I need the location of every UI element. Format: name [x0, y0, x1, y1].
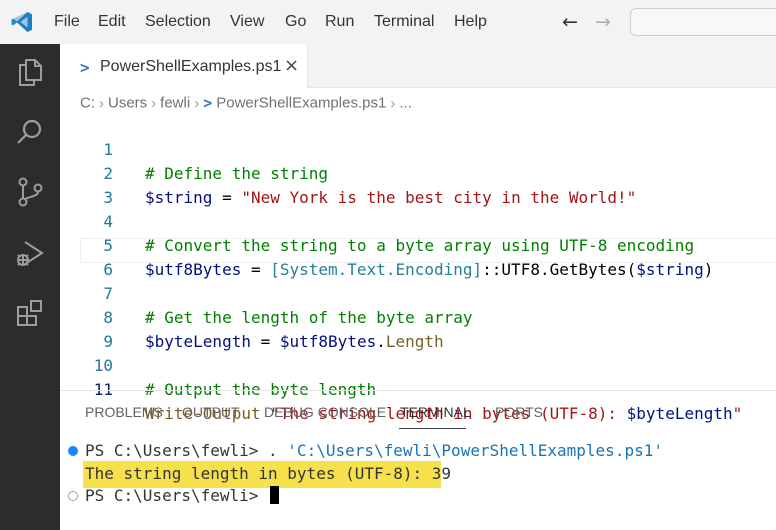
- terminal-output: The string length in bytes (UTF-8): 39: [85, 464, 452, 483]
- tab-output[interactable]: OUTPUT: [182, 404, 240, 420]
- code-line: 8 $byteLength = $utf8Bytes.Length: [60, 282, 776, 351]
- forward-arrow-icon[interactable]: →: [595, 11, 611, 33]
- terminal[interactable]: PS C:\Users\fewli> . 'C:\Users\fewli\Pow…: [60, 440, 776, 530]
- terminal-prompt: PS C:\Users\fewli>: [85, 486, 269, 505]
- breadcrumb-item-users[interactable]: Users: [108, 95, 147, 112]
- menu-edit[interactable]: Edit: [98, 13, 126, 31]
- powershell-file-icon: >: [80, 58, 90, 77]
- close-icon[interactable]: ×: [284, 55, 299, 76]
- breadcrumb-item-user[interactable]: fewli: [160, 95, 190, 112]
- terminal-command: .: [268, 441, 288, 460]
- chevron-right-icon: ›: [151, 94, 157, 112]
- code-line: 10 # Output the byte length: [60, 330, 776, 399]
- menu-help[interactable]: Help: [454, 13, 487, 31]
- code-line-current: 11 Write-Output "The string length in by…: [60, 354, 776, 423]
- editor-tab-bar: > PowerShellExamples.ps1 ×: [60, 44, 776, 88]
- menu-file[interactable]: File: [54, 13, 80, 31]
- breadcrumb-item-drive[interactable]: C:: [80, 95, 95, 112]
- terminal-line: PS C:\Users\fewli>: [85, 485, 280, 507]
- tab-debug-console[interactable]: DEBUG CONSOLE: [264, 404, 386, 420]
- terminal-cursor: [270, 486, 280, 504]
- extensions-icon[interactable]: [14, 298, 46, 330]
- code-line: 1 # Define the string: [60, 114, 776, 183]
- menu-view[interactable]: View: [230, 13, 264, 31]
- breadcrumb: C: › Users › fewli › > PowerShellExamples.ps1 ›.…: [80, 94, 412, 112]
- menu-selection[interactable]: Selection: [145, 13, 211, 31]
- code-line: 3: [60, 162, 776, 207]
- terminal-path: 'C:\Users\fewli\PowerShellExamples.ps1': [287, 441, 663, 460]
- vscode-logo-icon[interactable]: [10, 10, 34, 34]
- menu-go[interactable]: Go: [285, 13, 306, 31]
- command-success-dot-icon[interactable]: [68, 446, 78, 456]
- breadcrumb-item-symbols[interactable]: ...: [399, 95, 412, 112]
- terminal-prompt: PS C:\Users\fewli>: [85, 441, 269, 460]
- command-center-search[interactable]: [630, 8, 776, 36]
- chevron-right-icon: ›: [390, 94, 396, 112]
- code-line: 5 $utf8Bytes = [System.Text.Encoding]::U…: [60, 210, 776, 279]
- active-tab-indicator: [399, 428, 466, 429]
- menu-terminal[interactable]: Terminal: [374, 13, 434, 31]
- tab-label: PowerShellExamples.ps1: [100, 58, 282, 75]
- powershell-file-icon: >: [203, 94, 213, 113]
- back-arrow-icon[interactable]: ←: [562, 11, 578, 33]
- activity-bar: [0, 44, 60, 530]
- code-line: 4 # Convert the string to a byte array u…: [60, 186, 776, 255]
- tab-problems[interactable]: PROBLEMS: [85, 404, 163, 420]
- panel-divider: [60, 390, 776, 391]
- breadcrumb-item-file[interactable]: PowerShellExamples.ps1: [216, 95, 386, 112]
- tab-ports[interactable]: PORTS: [495, 404, 543, 420]
- current-line-highlight: [80, 238, 776, 263]
- menu-run[interactable]: Run: [325, 13, 354, 31]
- terminal-line: PS C:\Users\fewli> . 'C:\Users\fewli\Pow…: [85, 440, 663, 462]
- chevron-right-icon: ›: [194, 94, 200, 112]
- source-control-icon[interactable]: [14, 176, 46, 208]
- run-debug-icon[interactable]: [14, 238, 46, 270]
- code-line: 2 $string = "New York is the best city i…: [60, 138, 776, 207]
- search-icon[interactable]: [14, 116, 46, 148]
- files-icon[interactable]: [14, 56, 46, 88]
- chevron-right-icon: ›: [99, 94, 104, 112]
- panel-tab-bar: PROBLEMS OUTPUT DEBUG CONSOLE TERMINAL P…: [60, 404, 776, 430]
- code-line: 9: [60, 306, 776, 351]
- tab-powershell-examples[interactable]: > PowerShellExamples.ps1 ×: [60, 44, 308, 88]
- tab-terminal[interactable]: TERMINAL: [400, 404, 471, 420]
- title-bar: File Edit Selection View Go Run Terminal…: [0, 0, 776, 44]
- command-pending-dot-icon[interactable]: [68, 491, 78, 501]
